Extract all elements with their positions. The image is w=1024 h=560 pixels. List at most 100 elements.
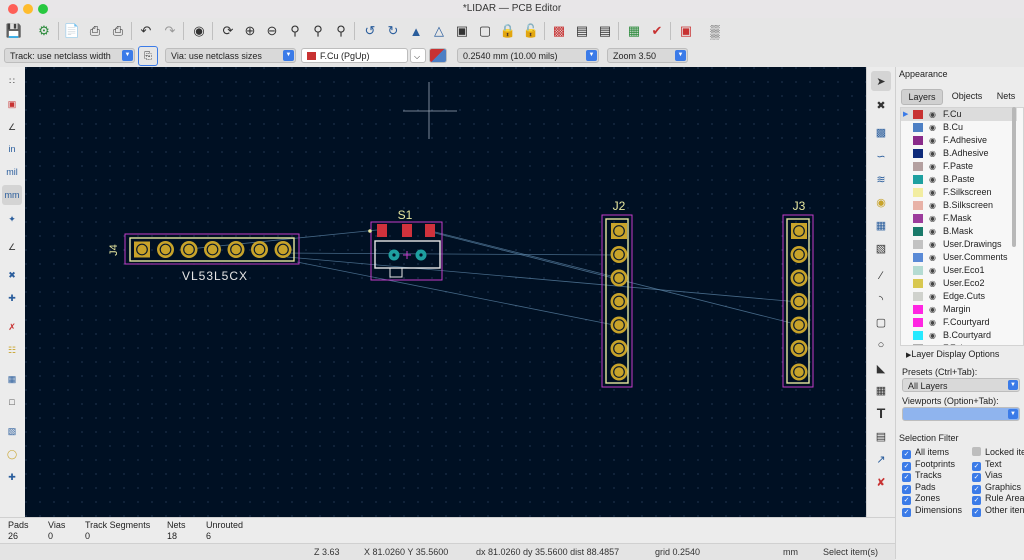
units-mm-button[interactable]: mm: [2, 185, 22, 205]
filter-checkbox[interactable]: ✓ Zones: [902, 493, 940, 505]
layer-row[interactable]: ◉ Margin: [901, 303, 1017, 316]
ungroup-icon[interactable]: ▢: [475, 21, 495, 41]
add-image-icon[interactable]: ▦: [871, 380, 891, 400]
delete-tool-icon[interactable]: ✘: [871, 472, 891, 492]
layer-row[interactable]: ◉ B.Adhesive: [901, 147, 1017, 160]
filter-checkbox[interactable]: ✓ Pads: [902, 482, 936, 494]
draw-arc-icon[interactable]: ◝: [871, 289, 891, 309]
layer-row[interactable]: ◉ F.Courtyard: [901, 316, 1017, 329]
contrast-mode-icon[interactable]: ▧: [2, 421, 22, 441]
add-dimension-icon[interactable]: ↗: [871, 449, 891, 469]
redo-icon[interactable]: ↷: [160, 21, 180, 41]
group-icon[interactable]: ▣: [452, 21, 472, 41]
layer-color-swatch[interactable]: [913, 318, 923, 327]
flip-icon[interactable]: ▲: [406, 21, 426, 41]
inspect-icon[interactable]: ✚: [2, 467, 22, 487]
eye-icon[interactable]: ◉: [929, 277, 936, 290]
unchecked-box-icon[interactable]: [972, 447, 981, 456]
eye-icon[interactable]: ◉: [929, 160, 936, 173]
layer-color-swatch[interactable]: [913, 331, 923, 340]
filter-checkbox[interactable]: ✓ Rule Area: [972, 493, 1024, 505]
footprint-library-icon[interactable]: ▤: [572, 21, 592, 41]
layer-color-swatch[interactable]: [913, 149, 923, 158]
viewports-select[interactable]: ▼: [902, 407, 1020, 421]
layer-row[interactable]: ◉ User.Eco2: [901, 277, 1017, 290]
layer-row[interactable]: ◉ B.Courtyard: [901, 329, 1017, 342]
layer-color-swatch[interactable]: [913, 240, 923, 249]
eye-icon[interactable]: ◉: [929, 173, 936, 186]
layer-row[interactable]: ◉ B.Silkscreen: [901, 199, 1017, 212]
mirror-icon[interactable]: △: [429, 21, 449, 41]
zoom-objects-icon[interactable]: ⚲: [308, 21, 328, 41]
units-mil-button[interactable]: mil: [2, 162, 22, 182]
select-arrow-icon[interactable]: ➤: [871, 71, 891, 91]
show-tracks-icon[interactable]: ✗: [2, 317, 22, 337]
plot-icon[interactable]: ⎙: [108, 21, 128, 41]
cursor-icon[interactable]: ✦: [2, 209, 22, 229]
print-icon[interactable]: ⎙: [85, 21, 105, 41]
board-view[interactable]: J4 VL53L5CX S1 J2 J3: [25, 67, 866, 517]
draw-rectangle-icon[interactable]: ▢: [871, 312, 891, 332]
draw-polygon-icon[interactable]: ◣: [871, 358, 891, 378]
page-settings-icon[interactable]: 📄: [62, 21, 82, 41]
layer-row[interactable]: ▶ ◉ F.Cu: [901, 108, 1017, 121]
tab-objects[interactable]: Objects: [947, 89, 987, 103]
refresh-icon[interactable]: ⟳: [218, 21, 238, 41]
pcb-canvas[interactable]: J4 VL53L5CX S1 J2 J3: [25, 67, 866, 517]
add-via-icon[interactable]: ◉: [871, 192, 891, 212]
add-footprint-icon[interactable]: ▩: [871, 122, 891, 142]
footprint-editor-icon[interactable]: ▤: [595, 21, 615, 41]
layer-color-swatch[interactable]: [913, 175, 923, 184]
grid-toggle-icon[interactable]: ∷: [2, 71, 22, 91]
curved-ratsnest-icon[interactable]: ✚: [2, 288, 22, 308]
eye-icon[interactable]: ◉: [929, 342, 936, 345]
eye-icon[interactable]: ◉: [929, 251, 936, 264]
layer-row[interactable]: ◉ User.Comments: [901, 251, 1017, 264]
layer-color-swatch[interactable]: [913, 123, 923, 132]
zones-icon[interactable]: ▦: [2, 369, 22, 389]
layer-color-swatch[interactable]: [913, 305, 923, 314]
eye-icon[interactable]: ◉: [929, 329, 936, 342]
tab-nets[interactable]: Nets: [990, 89, 1022, 103]
zoom-selection-icon[interactable]: ⚲: [331, 21, 351, 41]
layer-row[interactable]: ◉ B.Cu: [901, 121, 1017, 134]
tab-layers[interactable]: Layers: [901, 89, 943, 105]
track-mode-icon[interactable]: ⎘: [138, 46, 158, 66]
filter-checkbox[interactable]: ✓ All items: [902, 447, 949, 459]
layer-dropdown-button[interactable]: ⌵: [410, 48, 426, 63]
save-icon[interactable]: 💾: [4, 21, 24, 41]
layer-color-swatch[interactable]: [913, 292, 923, 301]
layer-row[interactable]: ◉ F.Adhesive: [901, 134, 1017, 147]
filter-checkbox[interactable]: ✓ Vias: [972, 470, 1002, 482]
layer-row[interactable]: ◉ F.Mask: [901, 212, 1017, 225]
checkmark-icon[interactable]: ✓: [972, 507, 981, 517]
find-icon[interactable]: ◉: [189, 21, 209, 41]
filter-checkbox[interactable]: Locked ite: [972, 447, 1024, 458]
scripting-icon[interactable]: ▦: [624, 21, 644, 41]
layer-pair-icon[interactable]: [429, 48, 447, 63]
layer-color-swatch[interactable]: [913, 136, 923, 145]
track-width-select[interactable]: Track: use netclass width ▼: [4, 48, 135, 63]
eye-icon[interactable]: ◉: [929, 212, 936, 225]
add-rule-area-icon[interactable]: ▧: [871, 238, 891, 258]
layer-color-swatch[interactable]: [913, 279, 923, 288]
eye-icon[interactable]: ◉: [929, 290, 936, 303]
layer-row[interactable]: ◉ B.Mask: [901, 225, 1017, 238]
via-size-select[interactable]: Via: use netclass sizes ▼: [165, 48, 296, 63]
filter-checkbox[interactable]: ✓ Text: [972, 459, 1002, 471]
layer-row[interactable]: ◉ Edge.Cuts: [901, 290, 1017, 303]
add-zone-icon[interactable]: ▦: [871, 215, 891, 235]
filter-checkbox[interactable]: ✓ Other iten: [972, 505, 1024, 517]
net-highlight-icon[interactable]: ◯: [2, 444, 22, 464]
eye-icon[interactable]: ◉: [929, 316, 936, 329]
layer-color-swatch[interactable]: [913, 110, 923, 119]
layer-row[interactable]: ◉ User.Eco1: [901, 264, 1017, 277]
layer-display-options-toggle[interactable]: ▶Layer Display Options: [906, 349, 999, 359]
layer-list[interactable]: ▶ ◉ F.Cu ◉ B.Cu ◉ F.Adhesive ◉ B.Adhesive ◉ F.Past…: [900, 107, 1024, 346]
eye-icon[interactable]: ◉: [929, 199, 936, 212]
eye-icon[interactable]: ◉: [929, 225, 936, 238]
drc-icon[interactable]: ✔: [647, 21, 667, 41]
presets-select[interactable]: All Layers ▼: [902, 378, 1020, 392]
layer-row[interactable]: ◉ User.Drawings: [901, 238, 1017, 251]
ratsnest-icon[interactable]: ✖: [2, 265, 22, 285]
